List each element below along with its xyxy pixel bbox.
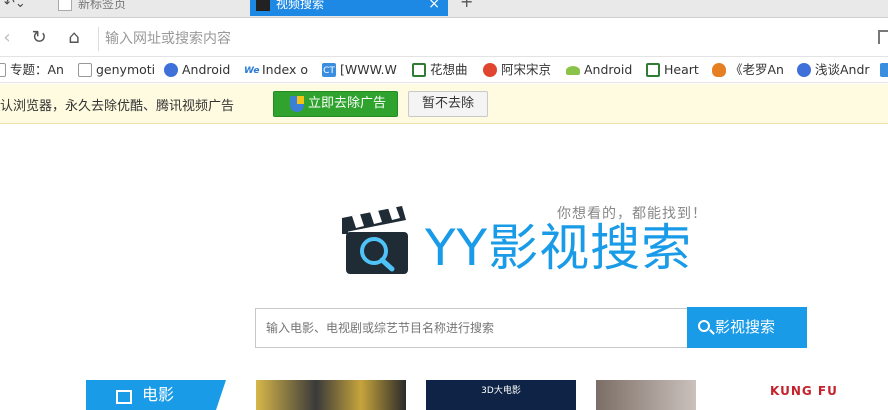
search-button-label: 影视搜索 [715, 318, 776, 336]
category-tab-movies[interactable]: 电影 [86, 380, 226, 410]
search-button[interactable]: 影视搜索 [687, 307, 807, 348]
bookmark-item[interactable]: Android [164, 62, 230, 78]
bookmark-overflow[interactable] [880, 62, 888, 78]
page-icon [78, 63, 92, 77]
bookmark-item[interactable]: Heart [646, 62, 699, 78]
tab-history-button[interactable]: ↶⌄ [4, 0, 26, 11]
movie-poster[interactable]: KUNG FU [770, 380, 850, 410]
movie-poster[interactable] [256, 380, 406, 410]
bookmark-item[interactable]: genymoti [78, 62, 155, 78]
reload-icon[interactable]: ↻ [28, 27, 50, 49]
tab-video-search[interactable]: 视频搜索 × [250, 0, 448, 16]
search-input[interactable] [255, 308, 688, 348]
bookmarks-bar: 专题：An genymoti Android We Index o CT [WWW.… [0, 57, 888, 83]
tab-title: 视频搜索 [276, 0, 325, 11]
tab-strip: ↶⌄ 新标签页 视频搜索 × + [0, 0, 888, 18]
tab-title: 新标签页 [78, 0, 127, 11]
fox-icon [712, 63, 726, 77]
sidebar-toggle-icon[interactable] [878, 30, 888, 44]
clapperboard-search-icon [342, 206, 408, 274]
back-icon[interactable]: ‹ [0, 27, 18, 49]
new-tab-button[interactable]: + [460, 0, 473, 11]
film-icon [116, 390, 132, 404]
notice-text: 默认浏览器，永久去除优酷、腾讯视频广告 [0, 99, 235, 114]
video-search-favicon-icon [256, 0, 270, 11]
site-icon [164, 63, 178, 77]
android-icon [566, 66, 580, 75]
shield-icon [290, 96, 304, 112]
remove-ads-label: 立即去除广告 [308, 96, 387, 111]
bookmark-item[interactable]: 专题：An [0, 62, 64, 78]
bookmark-item[interactable]: Android [566, 62, 632, 78]
movie-poster[interactable] [596, 380, 696, 410]
page-icon [0, 63, 6, 77]
site-icon [797, 63, 811, 77]
tab-new-tab-page[interactable]: 新标签页 [52, 0, 248, 16]
movie-poster[interactable]: 3D大电影 [426, 380, 576, 410]
remove-ads-button[interactable]: 立即去除广告 [273, 91, 398, 117]
not-now-button[interactable]: 暂不去除 [408, 91, 488, 117]
close-icon[interactable]: × [428, 0, 440, 14]
grid-icon [58, 0, 72, 11]
bookmark-item[interactable]: 阿宋宋京 [483, 62, 551, 78]
bookmark-item[interactable]: We Index o [244, 62, 308, 78]
bookmark-item[interactable]: CT [WWW.W [322, 62, 397, 78]
douban-icon [646, 63, 660, 77]
web-icon: We [244, 63, 259, 77]
navigation-bar: ‹ ↻ ⌂ 输入网址或搜索内容 [0, 19, 888, 57]
category-label: 电影 [142, 385, 175, 404]
image-icon [880, 63, 888, 77]
address-input[interactable]: 输入网址或搜索内容 [98, 27, 858, 51]
red-icon [483, 63, 497, 77]
site-title: YY影视搜索 [425, 219, 693, 277]
bookmark-item[interactable]: 花想曲 [412, 62, 468, 78]
search-icon [698, 320, 710, 332]
ct-icon: CT [322, 63, 336, 77]
ad-removal-notice: 默认浏览器，永久去除优酷、腾讯视频广告 立即去除广告 暂不去除 [0, 84, 888, 124]
douban-icon [412, 63, 426, 77]
bookmark-item[interactable]: 浅谈Andr [797, 62, 870, 78]
home-icon[interactable]: ⌂ [63, 27, 85, 49]
bookmark-item[interactable]: 《老罗An [712, 62, 784, 78]
